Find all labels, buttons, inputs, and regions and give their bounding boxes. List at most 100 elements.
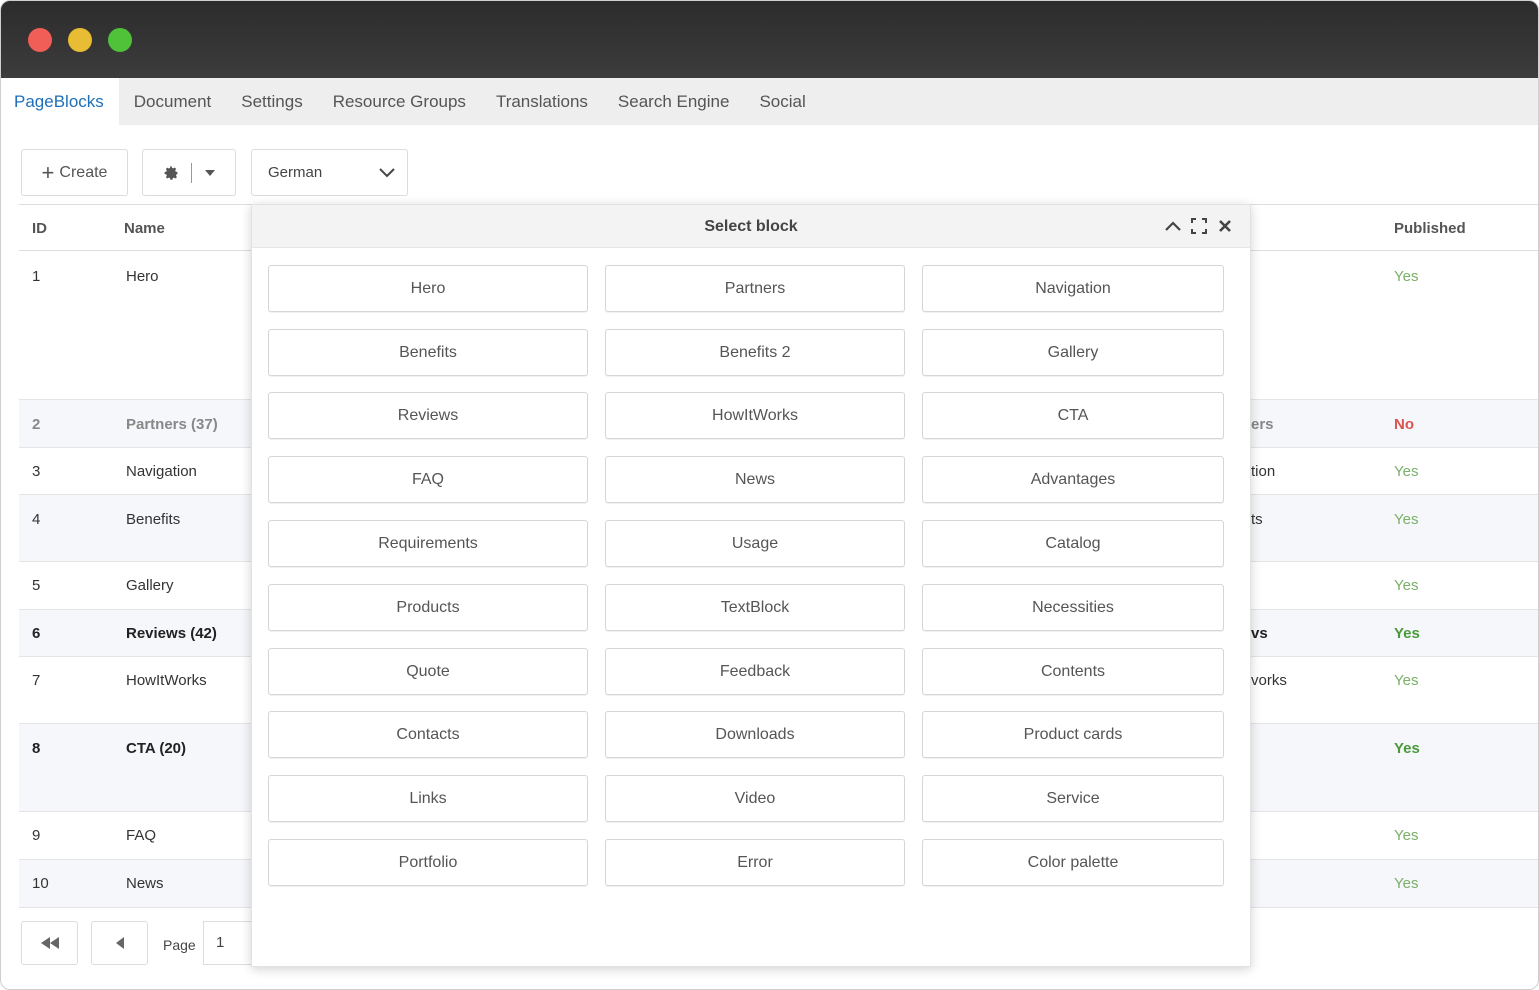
dialog-title: Select block — [704, 218, 798, 235]
block-product-cards-button[interactable]: Product cards — [922, 711, 1224, 758]
tab-settings[interactable]: Settings — [226, 78, 317, 125]
cell-published: No — [1394, 416, 1414, 433]
block-faq-button[interactable]: FAQ — [268, 456, 588, 503]
cell-id: 7 — [32, 672, 41, 689]
page-label: Page — [163, 937, 196, 953]
block-error-button[interactable]: Error — [605, 839, 905, 886]
block-feedback-button[interactable]: Feedback — [605, 648, 905, 695]
collapse-button[interactable] — [1162, 215, 1184, 237]
cell-name: CTA (20) — [126, 740, 186, 757]
cell-id: 6 — [32, 625, 41, 642]
block-news-button[interactable]: News — [605, 456, 905, 503]
cell-published: Yes — [1394, 827, 1419, 844]
close-dialog-button[interactable] — [1214, 215, 1236, 237]
tab-social[interactable]: Social — [744, 78, 820, 125]
cell-name: Navigation — [126, 463, 197, 480]
block-gallery-button[interactable]: Gallery — [922, 329, 1224, 376]
block-cta-button[interactable]: CTA — [922, 392, 1224, 439]
block-catalog-button[interactable]: Catalog — [922, 520, 1224, 567]
block-hero-button[interactable]: Hero — [268, 265, 588, 312]
block-benefits-2-button[interactable]: Benefits 2 — [605, 329, 905, 376]
create-button[interactable]: + Create — [21, 149, 128, 196]
cell-partial: vs — [1251, 625, 1268, 642]
maximize-window-button[interactable] — [108, 28, 132, 52]
block-products-button[interactable]: Products — [268, 584, 588, 631]
cell-id: 1 — [32, 268, 41, 285]
block-howitworks-button[interactable]: HowItWorks — [605, 392, 905, 439]
cell-name: Partners (37) — [126, 416, 218, 433]
tab-resource-groups[interactable]: Resource Groups — [318, 78, 481, 125]
close-icon — [1219, 220, 1231, 232]
language-select[interactable]: German — [251, 149, 408, 196]
column-header-published[interactable]: Published — [1394, 220, 1466, 237]
block-quote-button[interactable]: Quote — [268, 648, 588, 695]
settings-menu-button[interactable] — [142, 149, 236, 196]
select-block-dialog: Select block Hero Partners Navigation Be… — [251, 204, 1251, 967]
cell-partial: tion — [1251, 463, 1276, 480]
minimize-window-button[interactable] — [68, 28, 92, 52]
title-bar — [1, 1, 1538, 78]
separator — [190, 162, 192, 183]
first-page-button[interactable] — [21, 921, 78, 965]
cell-id: 10 — [32, 875, 49, 892]
cell-name: FAQ — [126, 827, 157, 844]
chevron-down-icon — [379, 167, 395, 177]
cell-name: News — [126, 875, 164, 892]
cell-published: Yes — [1394, 672, 1419, 689]
cell-name: Benefits — [126, 511, 181, 528]
cell-name: Reviews (42) — [126, 625, 217, 642]
cell-id: 2 — [32, 416, 41, 433]
maximize-icon — [1191, 218, 1207, 234]
double-left-icon — [40, 937, 59, 949]
cell-partial: vorks — [1251, 672, 1287, 689]
block-portfolio-button[interactable]: Portfolio — [268, 839, 588, 886]
cell-id: 8 — [32, 740, 41, 757]
cell-name: HowItWorks — [126, 672, 207, 689]
cell-published: Yes — [1394, 268, 1419, 285]
tab-translations[interactable]: Translations — [481, 78, 603, 125]
gear-icon — [164, 165, 177, 180]
column-header-id[interactable]: ID — [32, 220, 47, 237]
cell-id: 4 — [32, 511, 41, 528]
cell-id: 9 — [32, 827, 41, 844]
tab-document[interactable]: Document — [119, 78, 226, 125]
block-necessities-button[interactable]: Necessities — [922, 584, 1224, 631]
app-window: PageBlocks Document Settings Resource Gr… — [0, 0, 1539, 990]
block-downloads-button[interactable]: Downloads — [605, 711, 905, 758]
block-benefits-button[interactable]: Benefits — [268, 329, 588, 376]
block-requirements-button[interactable]: Requirements — [268, 520, 588, 567]
block-video-button[interactable]: Video — [605, 775, 905, 822]
triangle-left-icon — [115, 937, 124, 949]
block-advantages-button[interactable]: Advantages — [922, 456, 1224, 503]
maximize-button[interactable] — [1188, 215, 1210, 237]
block-partners-button[interactable]: Partners — [605, 265, 905, 312]
create-button-label: Create — [59, 163, 108, 181]
language-select-value: German — [268, 164, 323, 181]
cell-name: Gallery — [126, 577, 174, 594]
block-usage-button[interactable]: Usage — [605, 520, 905, 567]
block-textblock-button[interactable]: TextBlock — [605, 584, 905, 631]
close-window-button[interactable] — [28, 28, 52, 52]
column-header-name[interactable]: Name — [124, 220, 165, 237]
block-contents-button[interactable]: Contents — [922, 648, 1224, 695]
cell-name: Hero — [126, 268, 159, 285]
caret-down-icon — [204, 169, 215, 176]
tab-pageblocks[interactable]: PageBlocks — [1, 78, 119, 125]
cell-partial: ers — [1251, 416, 1274, 433]
cell-id: 5 — [32, 577, 41, 594]
dialog-header: Select block — [252, 205, 1250, 248]
block-links-button[interactable]: Links — [268, 775, 588, 822]
block-reviews-button[interactable]: Reviews — [268, 392, 588, 439]
cell-partial: ts — [1251, 511, 1263, 528]
tab-bar: PageBlocks Document Settings Resource Gr… — [1, 78, 1538, 125]
cell-published: Yes — [1394, 463, 1419, 480]
cell-published: Yes — [1394, 511, 1419, 528]
cell-published: Yes — [1394, 875, 1419, 892]
block-color-palette-button[interactable]: Color palette — [922, 839, 1224, 886]
block-navigation-button[interactable]: Navigation — [922, 265, 1224, 312]
cell-published: Yes — [1394, 625, 1420, 642]
tab-search-engine[interactable]: Search Engine — [603, 78, 745, 125]
block-service-button[interactable]: Service — [922, 775, 1224, 822]
block-contacts-button[interactable]: Contacts — [268, 711, 588, 758]
previous-page-button[interactable] — [91, 921, 148, 965]
